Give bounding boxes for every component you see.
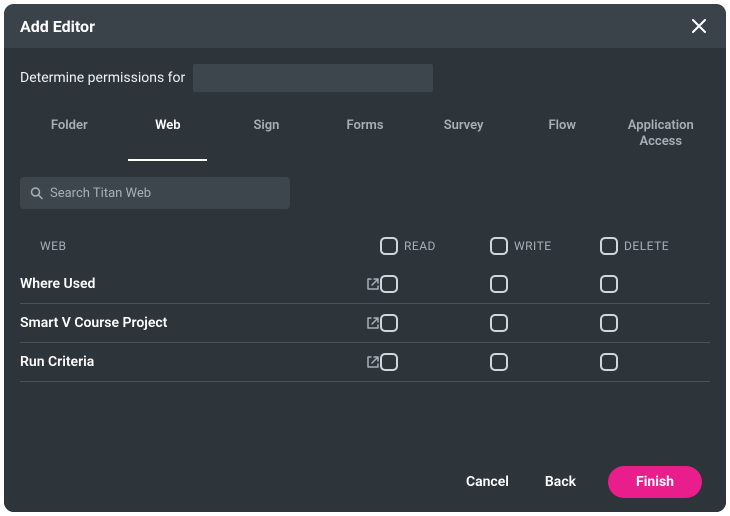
back-button[interactable]: Back [541, 468, 580, 496]
dialog-title: Add Editor [20, 17, 95, 36]
delete-checkbox[interactable] [600, 275, 618, 293]
dialog-body: WEB READ WRITE DELETE [4, 161, 726, 452]
close-button[interactable] [688, 15, 710, 37]
determine-permissions-row: Determine permissions for [20, 64, 710, 92]
grid-header: WEB READ WRITE DELETE [20, 227, 710, 265]
column-header-write: WRITE [490, 237, 600, 255]
write-checkbox[interactable] [490, 314, 508, 332]
write-checkbox[interactable] [490, 353, 508, 371]
close-icon [692, 19, 706, 33]
column-header-read-label: READ [404, 239, 436, 253]
tab-flow[interactable]: Flow [513, 110, 612, 161]
tab-application-access[interactable]: Application Access [611, 110, 710, 161]
tabs: Folder Web Sign Forms Survey Flow Applic… [20, 110, 710, 161]
select-all-write-checkbox[interactable] [490, 237, 508, 255]
tab-web[interactable]: Web [119, 110, 218, 161]
search-wrap [20, 177, 290, 209]
read-checkbox[interactable] [380, 353, 398, 371]
row-name: Where Used [20, 276, 95, 292]
dialog-title-bar: Add Editor [4, 4, 726, 48]
select-all-read-checkbox[interactable] [380, 237, 398, 255]
column-header-read: READ [380, 237, 490, 255]
table-row: Smart V Course Project [20, 304, 710, 343]
external-link-icon[interactable] [366, 316, 380, 330]
read-checkbox[interactable] [380, 314, 398, 332]
external-link-icon[interactable] [366, 355, 380, 369]
delete-checkbox[interactable] [600, 353, 618, 371]
column-header-name-label: WEB [40, 239, 66, 253]
tab-forms[interactable]: Forms [316, 110, 415, 161]
subject-name-field [193, 64, 433, 92]
row-name: Smart V Course Project [20, 315, 167, 331]
permissions-grid: WEB READ WRITE DELETE [20, 227, 710, 382]
column-header-delete: DELETE [600, 237, 710, 255]
search-input[interactable] [20, 177, 290, 209]
dialog-footer: Cancel Back Finish [4, 452, 726, 512]
column-header-delete-label: DELETE [624, 239, 669, 253]
external-link-icon[interactable] [366, 277, 380, 291]
column-header-write-label: WRITE [514, 239, 552, 253]
table-row: Where Used [20, 265, 710, 304]
determine-permissions-label: Determine permissions for [20, 70, 185, 86]
finish-button[interactable]: Finish [608, 466, 702, 498]
tab-folder[interactable]: Folder [20, 110, 119, 161]
add-editor-dialog: Add Editor Determine permissions for Fol… [4, 4, 726, 512]
delete-checkbox[interactable] [600, 314, 618, 332]
tab-sign[interactable]: Sign [217, 110, 316, 161]
cancel-button[interactable]: Cancel [462, 468, 513, 496]
select-all-delete-checkbox[interactable] [600, 237, 618, 255]
column-header-name: WEB [20, 239, 380, 253]
read-checkbox[interactable] [380, 275, 398, 293]
write-checkbox[interactable] [490, 275, 508, 293]
dialog-subheader: Determine permissions for Folder Web Sig… [4, 48, 726, 161]
row-name: Run Criteria [20, 354, 94, 370]
table-row: Run Criteria [20, 343, 710, 382]
tab-survey[interactable]: Survey [414, 110, 513, 161]
